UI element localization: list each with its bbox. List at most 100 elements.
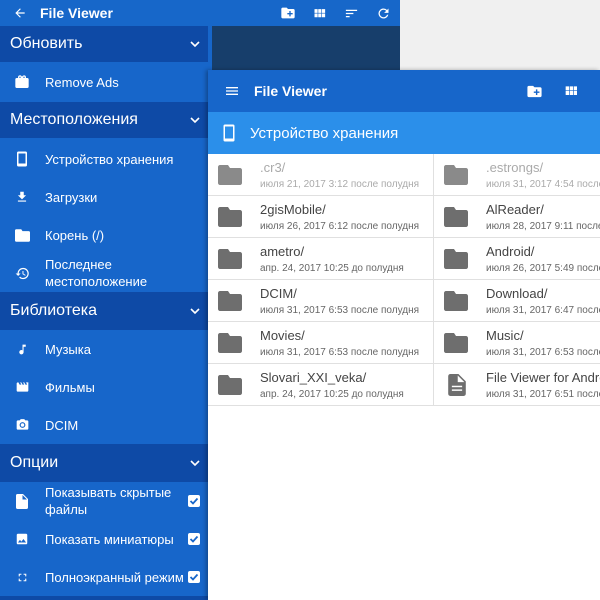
folder-icon (13, 226, 31, 244)
file-item-music[interactable]: Music/ июля 31, 2017 6:53 после полудня (434, 322, 600, 364)
document-icon (448, 374, 466, 396)
app-title: File Viewer (254, 83, 327, 99)
camera-icon (13, 416, 31, 434)
file-item-alreader[interactable]: AlReader/ июля 28, 2017 9:11 после полуд… (434, 196, 600, 238)
file-name: Movies/ (260, 328, 305, 343)
drawer-item-downloads[interactable]: Загрузки (0, 178, 208, 216)
grid-view-icon[interactable] (312, 0, 327, 26)
drawer-item-label: Корень (/) (45, 227, 105, 243)
checkbox-checked[interactable] (188, 533, 200, 545)
file-date: апр. 24, 2017 10:25 до полудня (260, 263, 404, 274)
drawer-item-show-thumbnails[interactable]: Показать миниатюры (0, 520, 208, 558)
drawer-item-last-location[interactable]: Последнее местоположение (0, 254, 208, 292)
chevron-down-icon (190, 308, 200, 315)
refresh-icon[interactable] (376, 0, 391, 26)
folder-icon (218, 249, 242, 269)
file-date: июля 31, 2017 6:53 после полудня (486, 347, 600, 358)
drawer-item-label: Устройство хранения (45, 151, 174, 167)
section-title: Местоположения (10, 111, 138, 128)
file-item-2gismobile[interactable]: 2gisMobile/ июля 26, 2017 6:12 после пол… (208, 196, 434, 238)
dimmed-content (212, 26, 400, 70)
fullscreen-icon (13, 568, 31, 586)
file-item-slovari[interactable]: Slovari_XXI_veka/ апр. 24, 2017 10:25 до… (208, 364, 434, 406)
file-date: июля 21, 2017 3:12 после полудня (260, 179, 420, 190)
file-date: июля 31, 2017 6:53 после полудня (260, 305, 420, 316)
file-icon (13, 492, 31, 510)
file-date: апр. 24, 2017 10:25 до полудня (260, 389, 404, 400)
file-name: 2gisMobile/ (260, 202, 326, 217)
drawer-item-label: Фильмы (45, 379, 95, 395)
file-item-dcim[interactable]: DCIM/ июля 31, 2017 6:53 после полудня (208, 280, 434, 322)
folder-icon (444, 333, 468, 353)
file-name: DCIM/ (260, 286, 297, 301)
checkmark-icon (189, 497, 199, 505)
drawer-item-show-hidden[interactable]: Показывать скрытые файлы (0, 482, 208, 520)
drawer-item-label: Показать миниатюры (45, 531, 174, 547)
file-item-file-viewer[interactable]: File Viewer for Android июля 31, 2017 6:… (434, 364, 600, 406)
drawer-item-music[interactable]: Музыка (0, 330, 208, 368)
drawer-item-label: Показывать скрытые файлы (45, 485, 172, 517)
folder-icon (218, 291, 242, 311)
file-name: File Viewer for Android (486, 370, 600, 385)
section-header-locations[interactable]: Местоположения (0, 102, 208, 138)
drawer-item-movies[interactable]: Фильмы (0, 368, 208, 406)
section-header-library[interactable]: Библиотека (0, 292, 208, 330)
new-folder-icon[interactable] (280, 0, 296, 26)
phone-icon (13, 150, 31, 168)
file-date: июля 26, 2017 6:12 после полудня (260, 221, 420, 232)
breadcrumb-label: Устройство хранения (250, 125, 399, 142)
drawer-item-remove-ads[interactable]: Remove Ads (0, 62, 208, 102)
file-date: июля 31, 2017 4:54 после полудня (486, 179, 600, 190)
back-toolbar: File Viewer (0, 0, 400, 26)
file-date: июля 26, 2017 5:49 после полудня (486, 263, 600, 274)
empty-area (400, 0, 600, 70)
menu-icon[interactable] (224, 83, 240, 99)
app-toolbar: File Viewer (208, 70, 600, 112)
navigation-drawer: Обновить Remove Ads Местоположения Устро… (0, 26, 212, 600)
chevron-down-icon (190, 460, 200, 467)
chevron-down-icon (190, 117, 200, 124)
drawer-item-dcim[interactable]: DCIM (0, 406, 208, 444)
drawer-item-label: Полноэкранный режим (45, 569, 184, 585)
download-icon (13, 188, 31, 206)
back-arrow-icon[interactable] (0, 0, 40, 26)
breadcrumb[interactable]: Устройство хранения (208, 112, 600, 154)
drawer-item-fullscreen[interactable]: Полноэкранный режим (0, 558, 208, 596)
checkbox-checked[interactable] (188, 571, 200, 583)
chevron-down-icon (190, 41, 200, 48)
file-name: Android/ (486, 244, 535, 259)
file-name: AlReader/ (486, 202, 544, 217)
file-item-download[interactable]: Download/ июля 31, 2017 6:47 после полуд… (434, 280, 600, 322)
file-name: .cr3/ (260, 160, 286, 175)
section-header-update[interactable]: Обновить (0, 26, 208, 62)
drawer-item-storage[interactable]: Устройство хранения (0, 140, 208, 178)
drawer-item-label: Последнее местоположение (45, 257, 148, 289)
checkbox-checked[interactable] (188, 495, 200, 507)
file-name: Download/ (486, 286, 548, 301)
image-icon (13, 530, 31, 548)
movie-icon (13, 378, 31, 396)
file-item-movies[interactable]: Movies/ июля 31, 2017 6:53 после полудня (208, 322, 434, 364)
section-header-options[interactable]: Опции (0, 444, 208, 482)
folder-icon (444, 249, 468, 269)
file-item-cr3[interactable]: .cr3/ июля 21, 2017 3:12 после полудня (208, 154, 434, 196)
drawer-item-label: Загрузки (45, 189, 98, 205)
sort-icon[interactable] (344, 0, 359, 26)
file-date: июля 28, 2017 9:11 после полудня (486, 221, 600, 232)
folder-icon (218, 165, 242, 185)
drawer-bottom-edge (0, 596, 212, 600)
file-name: Music/ (486, 328, 524, 343)
file-name: ametro/ (260, 244, 305, 259)
folder-icon (444, 291, 468, 311)
file-item-estrongs[interactable]: .estrongs/ июля 31, 2017 4:54 после полу… (434, 154, 600, 196)
back-app-title: File Viewer (40, 5, 113, 21)
file-date: июля 31, 2017 6:47 после полудня (486, 305, 600, 316)
drawer-item-label: Музыка (45, 341, 91, 357)
file-item-ametro[interactable]: ametro/ апр. 24, 2017 10:25 до полудня (208, 238, 434, 280)
drawer-item-root[interactable]: Корень (/) (0, 216, 208, 254)
new-folder-icon[interactable] (524, 81, 544, 101)
file-date: июля 31, 2017 6:51 после полудня (486, 389, 600, 400)
file-item-android[interactable]: Android/ июля 26, 2017 5:49 после полудн… (434, 238, 600, 280)
file-browser-window: File Viewer Устройство хранения .cr3/ ию… (208, 70, 600, 600)
grid-view-icon[interactable] (561, 81, 581, 101)
